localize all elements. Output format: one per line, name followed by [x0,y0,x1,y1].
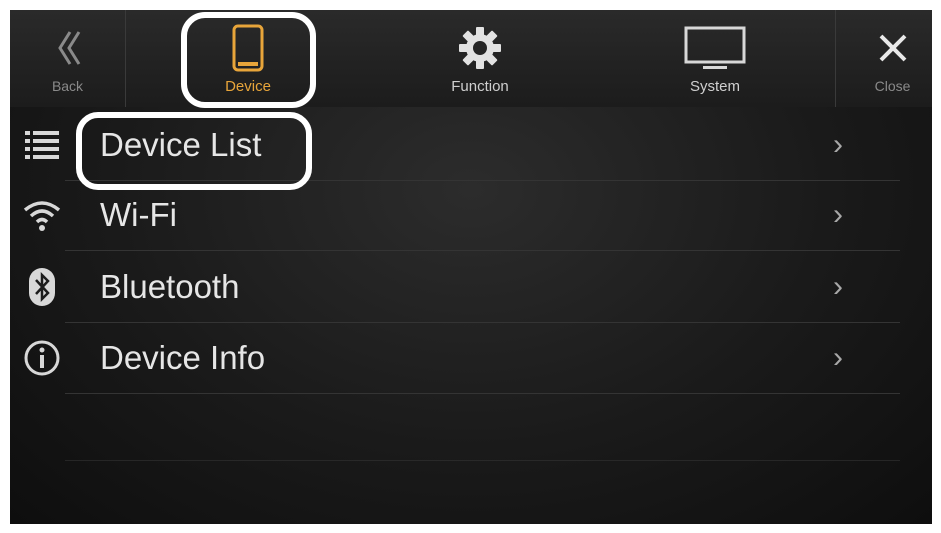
device-tab-label: Device [225,78,271,95]
wifi-icon [22,195,62,235]
chevron-right-icon: › [833,128,843,161]
menu-item-label: Device List [100,126,262,163]
close-icon [876,22,910,74]
top-navigation-bar: Back Device Function System Close [10,10,932,107]
tab-system[interactable]: System [650,10,780,107]
chevron-right-icon: › [833,198,843,231]
back-button[interactable]: Back [30,10,105,107]
back-label: Back [51,78,84,94]
gear-icon [457,22,503,74]
chevron-right-icon: › [833,270,843,303]
menu-item-label: Bluetooth [100,268,240,305]
menu-item-device-info[interactable]: Device Info › [10,323,932,393]
menu-item-device-list[interactable]: Device List › [10,110,932,180]
phone-icon [230,22,266,74]
info-icon [22,338,62,378]
list-icon [22,125,62,165]
monitor-icon [683,22,747,74]
tab-device[interactable]: Device [188,10,308,107]
tab-function[interactable]: Function [420,10,540,107]
function-tab-label: Function [451,78,509,95]
chevron-right-icon: › [833,341,843,374]
menu-item-label: Device Info [100,339,266,376]
menu-item-label: Wi-Fi [100,196,177,233]
row-divider [65,393,900,394]
system-tab-label: System [689,78,740,95]
double-chevron-left-icon [53,22,83,74]
close-label: Close [874,78,911,94]
close-button[interactable]: Close [855,10,930,107]
top-divider [125,10,126,107]
row-divider [65,250,900,251]
row-divider [65,460,900,461]
bluetooth-icon [22,267,62,307]
menu-item-bluetooth[interactable]: Bluetooth › [10,252,932,322]
settings-screen: Back Device Function System Close Device… [10,10,932,524]
top-divider [835,10,836,107]
menu-item-wifi[interactable]: Wi-Fi › [10,180,932,250]
